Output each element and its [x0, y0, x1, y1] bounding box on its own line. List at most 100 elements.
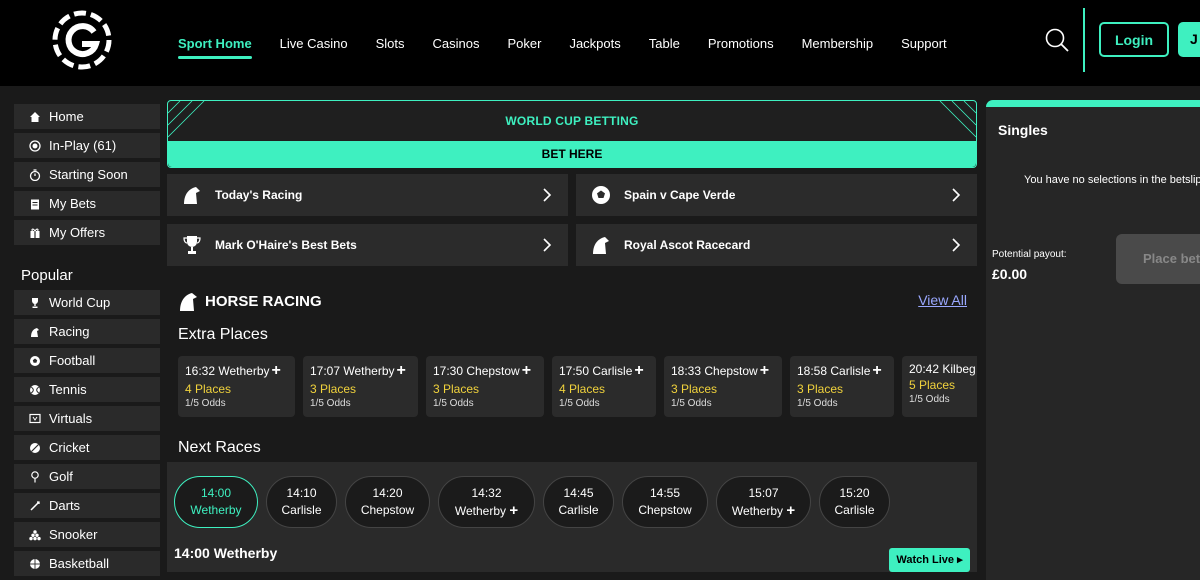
login-button[interactable]: Login — [1099, 22, 1169, 57]
extra-place-card[interactable]: 16:32 Wetherby + 4 Places 1/5 Odds — [178, 356, 295, 417]
places-text: 3 Places — [797, 382, 844, 396]
home-icon — [28, 110, 42, 124]
race-pill[interactable]: 14:10 Carlisle — [266, 476, 337, 528]
nav-support[interactable]: Support — [901, 36, 947, 51]
extra-place-card[interactable]: 17:30 Chepstow + 3 Places 1/5 Odds — [426, 356, 544, 417]
quick-link-label: Mark O'Haire's Best Bets — [215, 238, 357, 252]
add-icon[interactable]: + — [397, 362, 406, 379]
sidebar-item-tennis[interactable]: Tennis — [14, 377, 160, 402]
race-time: 14:55 — [649, 486, 681, 500]
extra-place-card[interactable]: 17:50 Carlisle + 4 Places 1/5 Odds — [552, 356, 656, 417]
popular-heading: Popular — [21, 267, 73, 284]
header-divider — [1083, 8, 1085, 72]
betslip-panel: Singles You have no selections in the be… — [986, 100, 1200, 580]
race-course: Chepstow — [360, 503, 415, 517]
race-course: Wetherby — [454, 503, 507, 518]
sidebar-item-home[interactable]: Home — [14, 104, 160, 129]
sidebar-item-world-cup[interactable]: World Cup — [14, 290, 160, 315]
race-course: Carlisle — [558, 503, 599, 517]
horse-icon — [28, 325, 42, 339]
quick-link-spain-v-cape-verde[interactable]: Spain v Cape Verde — [576, 174, 977, 216]
sidebar-item-darts[interactable]: Darts — [14, 493, 160, 518]
places-text: 5 Places — [909, 378, 956, 392]
chevron-right-icon — [543, 238, 552, 252]
main-content: WORLD CUP BETTING BET HERE Today's Racin… — [167, 100, 977, 572]
watch-live-button[interactable]: Watch Live ▸ — [889, 548, 970, 572]
sidebar-item-label: My Bets — [49, 196, 96, 211]
sidebar-item-label: Home — [49, 109, 84, 124]
sidebar-item-cricket[interactable]: Cricket — [14, 435, 160, 460]
stopwatch-icon — [28, 168, 42, 182]
add-icon[interactable]: + — [786, 502, 795, 519]
race-pill[interactable]: 14:20 Chepstow — [345, 476, 430, 528]
sidebar-item-virtuals[interactable]: Virtuals — [14, 406, 160, 431]
quick-link-todays-racing[interactable]: Today's Racing — [167, 174, 568, 216]
sidebar-item-golf[interactable]: Golf — [14, 464, 160, 489]
view-all-link[interactable]: View All — [918, 292, 967, 308]
horse-icon — [184, 187, 200, 204]
race-pill-selected[interactable]: 14:00 Wetherby — [174, 476, 258, 528]
add-icon[interactable]: + — [509, 502, 518, 519]
nav-slots[interactable]: Slots — [376, 36, 405, 51]
extra-place-card[interactable]: 17:07 Wetherby + 3 Places 1/5 Odds — [303, 356, 418, 417]
chevron-right-icon — [543, 188, 552, 202]
nav-casinos[interactable]: Casinos — [433, 36, 480, 51]
nav-table[interactable]: Table — [649, 36, 680, 51]
sidebar-item-in-play[interactable]: In-Play (61) — [14, 133, 160, 158]
quick-link-label: Today's Racing — [215, 188, 303, 202]
nav-membership[interactable]: Membership — [802, 36, 874, 51]
race-time: 14:10 — [286, 486, 317, 500]
sidebar-item-football[interactable]: Football — [14, 348, 160, 373]
horse-icon — [593, 237, 609, 254]
race-pill[interactable]: 15:07 Wetherby + — [716, 476, 811, 528]
quick-links: Today's Racing Spain v Cape Verde Mark O… — [167, 174, 977, 266]
main-nav: Sport Home Live Casino Slots Casinos Pok… — [178, 0, 975, 86]
world-cup-banner[interactable]: WORLD CUP BETTING BET HERE — [167, 100, 977, 168]
race-pill[interactable]: 14:32 Wetherby + — [438, 476, 535, 528]
trophy-icon — [28, 296, 42, 310]
basketball-icon — [28, 557, 42, 571]
places-text: 3 Places — [433, 382, 480, 396]
nav-sport-home[interactable]: Sport Home — [178, 36, 252, 59]
add-icon[interactable]: + — [634, 362, 643, 379]
place-bet-button[interactable]: Place bet — [1116, 234, 1200, 284]
sidebar-item-snooker[interactable]: Snooker — [14, 522, 160, 547]
sidebar-item-label: Starting Soon — [49, 167, 128, 182]
golf-icon — [28, 470, 42, 484]
nav-jackpots[interactable]: Jackpots — [569, 36, 620, 51]
nav-live-casino[interactable]: Live Casino — [280, 36, 348, 51]
race-pill[interactable]: 15:20 Carlisle — [819, 476, 890, 528]
brand-logo-icon[interactable] — [52, 10, 112, 70]
race-time: 14:00 — [200, 486, 232, 500]
gift-icon — [28, 226, 42, 240]
race-pill[interactable]: 14:45 Carlisle — [543, 476, 614, 528]
sidebar-item-label: Racing — [49, 324, 90, 339]
quick-link-label: Spain v Cape Verde — [624, 188, 736, 202]
sidebar-item-starting-soon[interactable]: Starting Soon — [14, 162, 160, 187]
extra-place-card[interactable]: 20:42 Kilbeg 5 Places 1/5 Odds — [902, 356, 977, 417]
sidebar-item-label: In-Play (61) — [49, 138, 117, 153]
add-icon[interactable]: + — [522, 362, 531, 379]
nav-promotions[interactable]: Promotions — [708, 36, 774, 51]
sidebar-item-my-bets[interactable]: My Bets — [14, 191, 160, 216]
add-icon[interactable]: + — [872, 362, 881, 379]
quick-link-best-bets[interactable]: Mark O'Haire's Best Bets — [167, 224, 568, 266]
add-icon[interactable]: + — [272, 362, 281, 379]
extra-place-card[interactable]: 18:33 Chepstow + 3 Places 1/5 Odds — [664, 356, 782, 417]
race-name: 17:50 Carlisle — [559, 364, 633, 378]
bet-here-button[interactable]: BET HERE — [168, 141, 976, 167]
race-course: Wetherby — [731, 503, 784, 518]
sidebar-item-label: Football — [49, 353, 96, 368]
nav-poker[interactable]: Poker — [507, 36, 541, 51]
sidebar-item-basketball[interactable]: Basketball — [14, 551, 160, 576]
monitor-icon — [28, 412, 42, 426]
race-pill[interactable]: 14:55 Chepstow — [622, 476, 708, 528]
sidebar-item-racing[interactable]: Racing — [14, 319, 160, 344]
join-button[interactable]: J — [1178, 22, 1200, 57]
extra-place-card[interactable]: 18:58 Carlisle + 3 Places 1/5 Odds — [790, 356, 894, 417]
odds-text: 1/5 Odds — [433, 398, 474, 409]
quick-link-royal-ascot[interactable]: Royal Ascot Racecard — [576, 224, 977, 266]
add-icon[interactable]: + — [760, 362, 769, 379]
search-icon[interactable] — [1044, 27, 1070, 53]
sidebar-item-my-offers[interactable]: My Offers — [14, 220, 160, 245]
